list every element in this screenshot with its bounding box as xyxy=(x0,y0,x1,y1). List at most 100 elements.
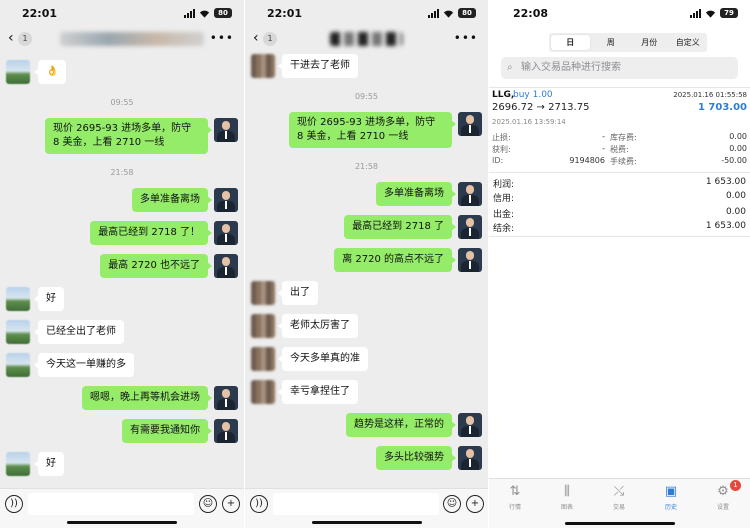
contact-avatar xyxy=(251,281,275,305)
divider xyxy=(489,236,750,237)
settings-icon: ⚙ xyxy=(717,484,729,499)
message-bubble: 幸亏拿捏住了 xyxy=(278,380,358,404)
detail-value: - xyxy=(602,132,605,141)
message-bubble: 出了 xyxy=(278,281,318,305)
message-bubble: 有需要我通知你 xyxy=(122,419,212,443)
chat-title-blurred xyxy=(60,32,204,46)
symbol-search-input[interactable]: ⌕ 输入交易品种进行搜索 xyxy=(501,57,738,79)
battery-indicator: 80 xyxy=(214,8,232,18)
self-avatar xyxy=(458,112,482,136)
segment-day[interactable]: 日 xyxy=(551,35,590,50)
summary-label: 出金: xyxy=(493,210,515,220)
message-list: 👌 09:55 现价 2695-93 进场多单，防守 8 美金，上看 2710 … xyxy=(0,52,244,488)
message-bubble: 已经全出了老师 xyxy=(34,320,124,344)
self-avatar xyxy=(214,419,238,443)
screenshot-collage: 22:01 80 ‹ 1 ••• 👌 09:55 现价 2695-93 进场多单… xyxy=(0,0,750,528)
message-bubble: 今天这一单赚的多 xyxy=(34,353,134,377)
chat-title-blurred xyxy=(330,32,403,46)
message-bubble: 多头比较强势 xyxy=(376,446,456,470)
trade-history-screen: 22:08 79 日 周 月份 自定义 ⌕ 输入交易品种进行搜索 LLG, bu… xyxy=(489,0,750,528)
tab-chart[interactable]: ⫼ 图表 xyxy=(541,483,593,511)
status-bar: 22:01 80 xyxy=(245,0,488,28)
contact-avatar xyxy=(6,60,30,84)
detail-label: 库存费: xyxy=(610,133,637,142)
status-bar: 22:01 80 xyxy=(0,0,244,28)
signal-icon xyxy=(428,8,439,18)
notification-badge: 1 xyxy=(730,480,741,491)
message-input[interactable] xyxy=(273,493,439,515)
deal-symbol: LLG, xyxy=(492,90,515,100)
summary-value: 0.00 xyxy=(725,207,746,217)
home-indicator xyxy=(311,521,422,524)
detail-value: 0.00 xyxy=(729,144,747,153)
tab-quotes[interactable]: ⇅ 行情 xyxy=(489,483,541,511)
contact-avatar xyxy=(251,314,275,338)
contact-avatar xyxy=(6,320,30,344)
detail-value: 9194806 xyxy=(569,156,605,165)
tab-trade[interactable]: ⤯ 交易 xyxy=(593,483,645,511)
home-indicator xyxy=(67,521,177,524)
back-icon[interactable]: ‹ xyxy=(8,30,14,46)
timestamp: 21:58 xyxy=(354,162,379,171)
tab-label: 图表 xyxy=(560,504,573,511)
voice-icon[interactable]: )) xyxy=(5,495,23,513)
summary-value: 1 653.00 xyxy=(705,221,746,231)
emoji-icon[interactable]: ☺ xyxy=(443,495,461,513)
message-list: 干进去了老师 09:55 现价 2695-93 进场多单，防守 8 美金，上看 … xyxy=(245,52,488,488)
status-time: 22:01 xyxy=(22,7,58,20)
tab-label: 设置 xyxy=(716,504,729,511)
message-bubble: 多单准备离场 xyxy=(132,188,212,212)
segment-month[interactable]: 月份 xyxy=(630,33,669,52)
detail-label: 获利: xyxy=(492,145,511,154)
signal-icon xyxy=(184,8,195,18)
detail-value: 0.00 xyxy=(729,132,747,141)
contact-avatar xyxy=(251,347,275,371)
tab-settings[interactable]: ⚙ 设置 1 xyxy=(697,480,749,511)
status-bar: 22:08 79 xyxy=(489,0,750,28)
bottom-tab-bar: ⇅ 行情 ⫼ 图表 ⤯ 交易 ▣ 历史 ⚙ 设置 1 xyxy=(489,478,750,528)
self-avatar xyxy=(214,386,238,410)
voice-icon[interactable]: )) xyxy=(250,495,268,513)
contact-avatar xyxy=(6,353,30,377)
detail-label: 止损: xyxy=(492,133,511,142)
message-bubble: 离 2720 的高点不远了 xyxy=(334,248,456,272)
plus-icon[interactable]: + xyxy=(466,495,484,513)
more-icon[interactable]: ••• xyxy=(210,31,234,45)
message-bubble: 最高 2720 也不远了 xyxy=(100,254,212,278)
chat-screen-1: 22:01 80 ‹ 1 ••• 👌 09:55 现价 2695-93 进场多单… xyxy=(0,0,244,528)
more-icon[interactable]: ••• xyxy=(454,31,478,45)
segment-custom[interactable]: 自定义 xyxy=(669,33,708,52)
history-icon: ▣ xyxy=(664,484,678,499)
self-avatar xyxy=(458,446,482,470)
message-bubble: 最高已经到 2718 了 xyxy=(344,215,456,239)
input-bar: )) ☺ + xyxy=(245,488,488,528)
chat-screen-2: 22:01 80 ‹ 1 ••• 干进去了老师 09:55 现价 2695-93… xyxy=(245,0,488,528)
detail-label: 手续费: xyxy=(610,157,637,166)
plus-icon[interactable]: + xyxy=(222,495,240,513)
deal-close-time: 2025.01.16 01:55:58 xyxy=(673,91,747,99)
chart-icon: ⫼ xyxy=(564,484,570,499)
summary-label: 利润: xyxy=(493,180,515,190)
message-bubble: 趋势是这样，正常的 xyxy=(346,413,456,437)
tab-history[interactable]: ▣ 历史 xyxy=(645,483,697,511)
message-input[interactable] xyxy=(28,493,194,515)
summary-value: 0.00 xyxy=(725,191,746,201)
detail-value: - xyxy=(602,144,605,153)
trade-icon: ⤯ xyxy=(613,484,625,499)
chat-header: ‹ 1 ••• xyxy=(245,28,488,52)
segment-week[interactable]: 周 xyxy=(592,33,631,52)
back-icon[interactable]: ‹ xyxy=(253,30,259,46)
summary-label: 结余: xyxy=(493,224,515,234)
emoji-icon[interactable]: ☺ xyxy=(199,495,217,513)
message-bubble: 好 xyxy=(34,287,64,311)
contact-avatar xyxy=(6,452,30,476)
message-bubble: 现价 2695-93 进场多单，防守 8 美金，上看 2710 一线 xyxy=(289,112,456,148)
unread-count: 1 xyxy=(18,32,32,46)
status-time: 22:01 xyxy=(267,7,303,20)
battery-indicator: 80 xyxy=(458,8,476,18)
input-bar: )) ☺ + xyxy=(0,488,244,528)
message-bubble: 现价 2695-93 进场多单，防守 8 美金，上看 2710 一线 xyxy=(45,118,212,154)
detail-label: 税费: xyxy=(610,145,629,154)
home-indicator xyxy=(564,522,675,525)
deal-open-time: 2025.01.16 13:59:14 xyxy=(492,118,566,126)
